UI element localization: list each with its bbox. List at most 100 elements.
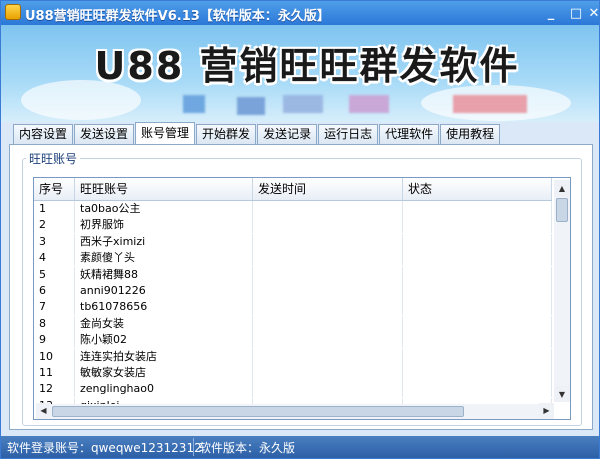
row-index: 2 [34,217,75,234]
table-row[interactable]: 1 ta0bao公主 [34,201,552,217]
scroll-thumb[interactable] [52,406,464,417]
tab-tutorial[interactable]: 使用教程 [440,124,501,144]
vertical-scrollbar[interactable]: ▲ ▼ [554,180,570,402]
tab-content-settings[interactable]: 内容设置 [13,124,74,144]
table-row[interactable]: 11 敏敏家女装店 [34,364,552,381]
app-window: U88营销旺旺群发软件V6.13【软件版本：永久版】 _ □ ✕ U88 营销旺… [0,0,600,459]
table-row[interactable]: 8 金尚女装 [34,315,552,332]
list-header: 序号 旺旺账号 发送时间 状态 [34,178,552,201]
arrow-left-icon[interactable]: ◀ [36,403,51,418]
table-row[interactable]: 7 tb61078656 [34,299,552,316]
row-index: 11 [34,364,75,381]
row-index: 10 [34,348,75,365]
row-index: 5 [34,266,75,283]
banner: U88 营销旺旺群发软件 [1,25,599,122]
group-label: 旺旺账号 [26,150,81,167]
tab-proxy-software[interactable]: 代理软件 [379,124,440,144]
title-bar[interactable]: U88营销旺旺群发软件V6.13【软件版本：永久版】 _ □ ✕ [1,1,599,25]
column-header-index[interactable]: 序号 [34,178,75,200]
window-title: U88营销旺旺群发软件V6.13【软件版本：永久版】 [25,9,330,24]
row-status [403,233,552,250]
row-status [403,201,552,217]
row-send-time [253,299,403,316]
row-index: 1 [34,201,75,217]
status-version: 软件版本：永久版 [199,441,296,455]
table-row[interactable]: 4 素颜傻丫头 [34,250,552,267]
row-index: 3 [34,233,75,250]
arrow-up-icon[interactable]: ▲ [554,180,570,196]
row-send-time [253,332,403,349]
minimize-button[interactable]: _ [539,3,563,23]
scroll-thumb[interactable] [556,198,568,222]
status-bar: 软件登录账号：qweqwe12312312 软件版本：永久版 [1,436,599,458]
blurred-region [237,97,265,115]
row-status [403,266,552,283]
column-header-account[interactable]: 旺旺账号 [75,178,253,200]
table-row[interactable]: 6 anni901226 [34,282,552,299]
row-index: 4 [34,250,75,267]
row-send-time [253,282,403,299]
row-index: 8 [34,315,75,332]
blurred-region [183,95,205,113]
row-status [403,282,552,299]
account-list[interactable]: 序号 旺旺账号 发送时间 状态 1 ta0bao公主 2 初界服饰 3 西米子ximizi… [33,177,571,420]
row-send-time [253,201,403,217]
row-account: zenglinghao0 [75,381,253,398]
row-status [403,332,552,349]
tab-account-management[interactable]: 账号管理 [135,122,196,144]
row-send-time [253,364,403,381]
row-send-time [253,217,403,234]
row-status [403,299,552,316]
horizontal-scrollbar[interactable]: ◀ ▶ [36,403,554,419]
tab-send-records[interactable]: 发送记录 [257,124,318,144]
maximize-button[interactable]: □ [564,3,588,23]
column-header-status[interactable]: 状态 [403,178,552,200]
tab-start-sending[interactable]: 开始群发 [196,124,257,144]
row-account: 陈小颖02 [75,332,253,349]
tab-bar: 内容设置 发送设置 账号管理 开始群发 发送记录 运行日志 代理软件 使用教程 [13,122,501,144]
arrow-right-icon[interactable]: ▶ [539,403,554,418]
row-account: anni901226 [75,282,253,299]
row-send-time [253,348,403,365]
row-status [403,250,552,267]
row-account: 金尚女装 [75,315,253,332]
table-row[interactable]: 3 西米子ximizi [34,233,552,250]
table-row[interactable]: 12 zenglinghao0 [34,381,552,398]
row-send-time [253,250,403,267]
table-row[interactable]: 10 连连实拍女装店 [34,348,552,365]
status-divider [193,438,194,456]
row-index: 7 [34,299,75,316]
row-status [403,217,552,234]
column-header-send-time[interactable]: 发送时间 [253,178,403,200]
app-icon [5,4,21,20]
row-account: 敏敏家女装店 [75,364,253,381]
blurred-region [349,95,389,113]
status-login-account: 软件登录账号：qweqwe12312312 [7,441,202,455]
blurred-region [453,95,527,113]
row-account: 连连实拍女装店 [75,348,253,365]
banner-title: U88 营销旺旺群发软件 [94,44,520,88]
row-account: tb61078656 [75,299,253,316]
row-status [403,315,552,332]
table-row[interactable]: 5 妖精裙舞88 [34,266,552,283]
list-rows: 1 ta0bao公主 2 初界服饰 3 西米子ximizi 4 素颜傻丫头 5 妖精裙舞88 6 an… [34,201,552,414]
row-index: 6 [34,282,75,299]
row-status [403,364,552,381]
close-button[interactable]: ✕ [587,3,599,23]
row-account: 素颜傻丫头 [75,250,253,267]
tab-send-settings[interactable]: 发送设置 [74,124,135,144]
arrow-down-icon[interactable]: ▼ [554,386,570,402]
row-index: 12 [34,381,75,398]
row-send-time [253,315,403,332]
row-account: 初界服饰 [75,217,253,234]
row-send-time [253,233,403,250]
row-account: 妖精裙舞88 [75,266,253,283]
row-send-time [253,266,403,283]
blurred-region [283,95,323,113]
table-row[interactable]: 2 初界服饰 [34,217,552,234]
table-row[interactable]: 9 陈小颖02 [34,332,552,349]
row-status [403,381,552,398]
row-status [403,348,552,365]
tab-run-log[interactable]: 运行日志 [318,124,379,144]
row-send-time [253,381,403,398]
